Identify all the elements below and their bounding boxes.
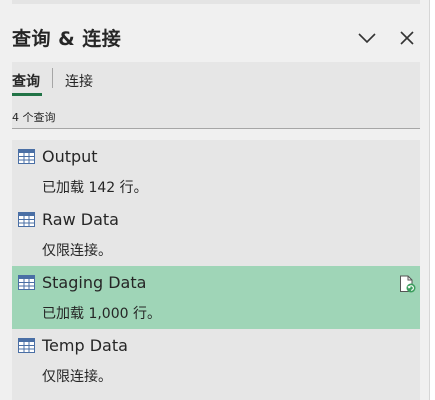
chevron-down-icon <box>358 33 376 44</box>
pane-options-button[interactable] <box>353 24 381 52</box>
table-icon <box>18 275 35 290</box>
query-count: 4 个查询 <box>12 111 56 124</box>
table-icon <box>18 338 35 353</box>
query-name: Output <box>42 147 98 166</box>
table-icon <box>18 212 35 227</box>
tab-connections[interactable]: 连接 <box>65 71 93 91</box>
pane-title: 查询 & 连接 <box>12 28 122 50</box>
query-item-raw-data[interactable]: Raw Data 仅限连接。 <box>12 203 420 266</box>
refresh-document-icon[interactable] <box>398 275 416 293</box>
queries-connections-pane: 查询 & 连接 查询 连接 4 个查询 Output 已加载 142 行。 Ra… <box>0 0 429 400</box>
close-pane-button[interactable] <box>393 24 421 52</box>
tab-queries[interactable]: 查询 <box>12 71 40 91</box>
query-status: 已加载 142 行。 <box>42 180 148 196</box>
table-icon <box>18 149 35 164</box>
query-name: Temp Data <box>42 336 128 355</box>
query-status: 仅限连接。 <box>42 243 112 259</box>
query-status: 已加载 1,000 行。 <box>42 306 161 322</box>
query-name: Raw Data <box>42 210 119 229</box>
tab-strip: 查询 连接 4 个查询 <box>12 62 420 128</box>
query-name: Staging Data <box>42 273 147 292</box>
query-item-output[interactable]: Output 已加载 142 行。 <box>12 140 420 203</box>
query-item-temp-data[interactable]: Temp Data 仅限连接。 <box>12 329 420 392</box>
pane-border <box>429 0 430 400</box>
tab-divider <box>52 68 53 88</box>
active-tab-indicator <box>12 93 42 96</box>
header-divider <box>12 128 420 129</box>
pane-top-edge <box>12 0 420 4</box>
query-item-staging-data[interactable]: Staging Data 已加载 1,000 行。 <box>12 266 420 329</box>
close-icon <box>400 31 414 45</box>
query-list: Output 已加载 142 行。 Raw Data 仅限连接。 Staging… <box>12 140 420 400</box>
query-status: 仅限连接。 <box>42 369 112 385</box>
